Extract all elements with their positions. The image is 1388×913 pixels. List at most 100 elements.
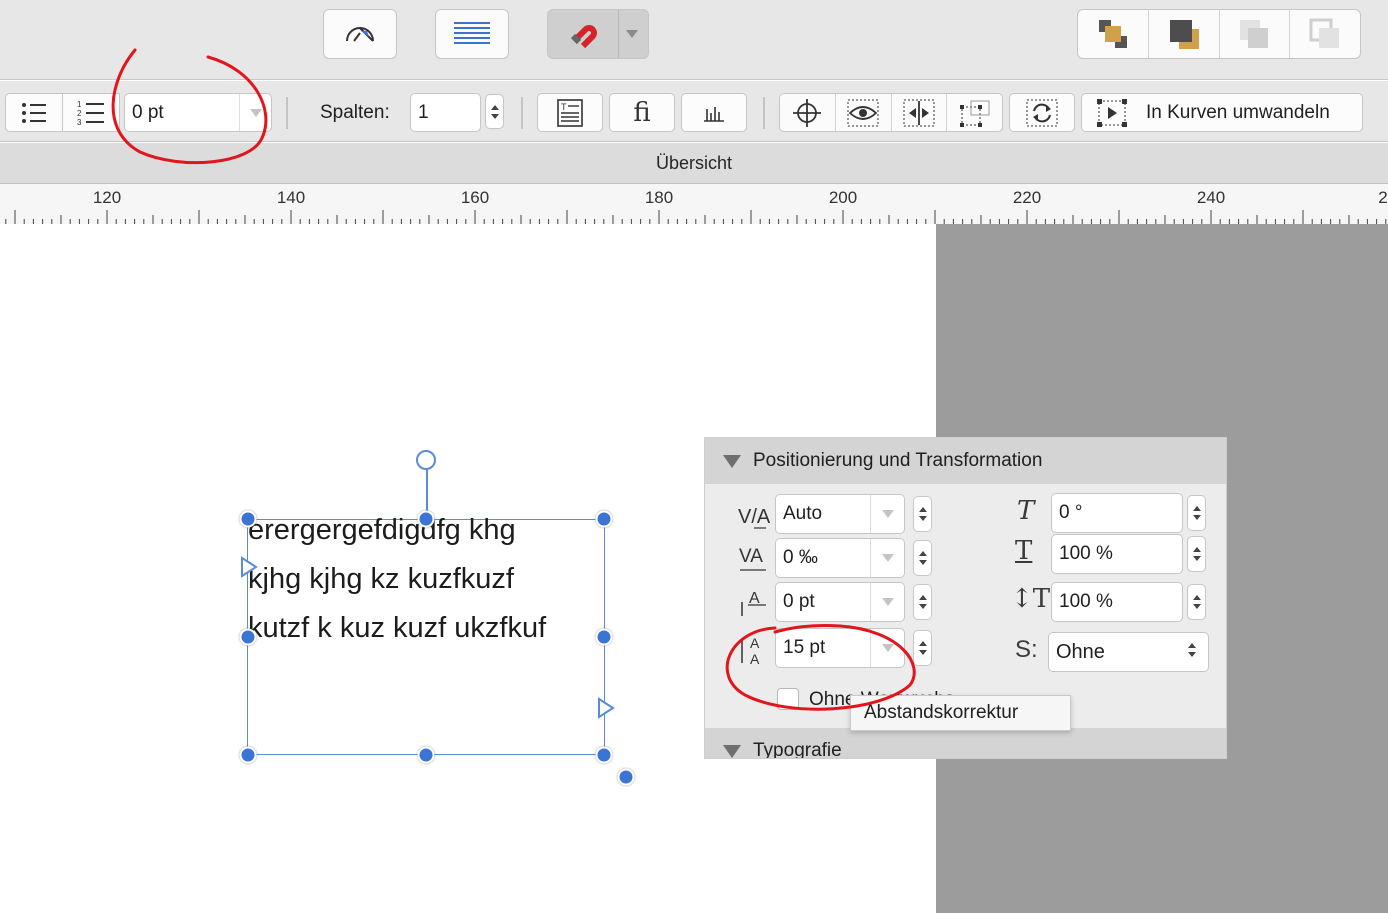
text-outport-icon[interactable] bbox=[597, 697, 615, 719]
kerning-dropdown[interactable] bbox=[870, 495, 904, 533]
resize-handle-right[interactable] bbox=[595, 628, 613, 646]
arrow-up-icon bbox=[918, 507, 927, 512]
bring-forward-button[interactable] bbox=[1220, 10, 1291, 58]
numbered-list-button[interactable]: 123 bbox=[62, 93, 120, 132]
list-spacing-dropdown[interactable] bbox=[239, 94, 271, 131]
snap-magnet-button[interactable] bbox=[547, 9, 649, 59]
baseline-dropdown[interactable] bbox=[870, 583, 904, 621]
top-toolbar bbox=[0, 0, 1388, 80]
resize-handle-top-left[interactable] bbox=[239, 510, 257, 528]
send-backward-icon bbox=[1309, 18, 1340, 48]
baseline-shift-value: 0 pt bbox=[783, 591, 815, 612]
flip-button[interactable] bbox=[892, 94, 948, 131]
vertical-scale-value: 100 % bbox=[1059, 591, 1113, 612]
horizontal-ruler[interactable]: 120 140 160 180 200 220 240 2 bbox=[0, 184, 1388, 224]
resize-handle-bottom[interactable] bbox=[417, 746, 435, 764]
crosshair-button[interactable] bbox=[780, 94, 836, 131]
leading-stepper[interactable] bbox=[913, 630, 932, 666]
ruler-label: 120 bbox=[92, 188, 122, 207]
leading-field[interactable]: 15 pt bbox=[775, 628, 905, 668]
crosshair-icon bbox=[793, 98, 822, 127]
resize-handle-left[interactable] bbox=[239, 628, 257, 646]
transform-button[interactable] bbox=[947, 94, 1002, 131]
numbered-list-icon: 123 bbox=[77, 100, 104, 126]
chevron-down-icon bbox=[881, 598, 894, 606]
kerning-stepper[interactable] bbox=[913, 496, 932, 532]
bring-to-front-button[interactable] bbox=[1078, 10, 1149, 58]
ruler-label: 200 bbox=[828, 188, 858, 207]
chevron-down-icon bbox=[881, 510, 894, 518]
disclosure-triangle-icon bbox=[723, 744, 741, 758]
resize-handle-top[interactable] bbox=[417, 510, 435, 528]
style-icon: S: bbox=[1015, 636, 1038, 663]
skew-stepper[interactable] bbox=[1187, 495, 1206, 531]
style-value: Ohne bbox=[1056, 640, 1105, 663]
resize-handle-bottom-left[interactable] bbox=[239, 746, 257, 764]
arrow-up-icon bbox=[1192, 506, 1201, 511]
preview-button[interactable] bbox=[836, 94, 892, 131]
horizontal-scale-field[interactable]: 100 % bbox=[1051, 534, 1183, 574]
overview-label: Übersicht bbox=[655, 152, 733, 173]
lines-button[interactable] bbox=[435, 9, 509, 59]
arrow-up-icon bbox=[1192, 547, 1201, 552]
hscale-stepper[interactable] bbox=[1187, 536, 1206, 572]
skew-field[interactable]: 0 ° bbox=[1051, 493, 1183, 533]
select-arrows-icon bbox=[1188, 643, 1196, 657]
section-header-positioning[interactable]: Positionierung und Transformation bbox=[705, 438, 1226, 484]
ligature-button[interactable]: fi bbox=[609, 93, 675, 132]
chevron-down-icon bbox=[881, 554, 894, 562]
baseline-shift-field[interactable]: 0 pt bbox=[775, 582, 905, 622]
ruler-ticks bbox=[5, 210, 1387, 224]
arrange-buttons bbox=[1077, 9, 1361, 59]
svg-text:A: A bbox=[750, 651, 760, 667]
tracking-icon: VA bbox=[739, 546, 766, 571]
frame-extra-handle[interactable] bbox=[617, 768, 635, 786]
tracking-stepper[interactable] bbox=[913, 540, 932, 576]
eye-icon bbox=[847, 99, 879, 126]
columns-field[interactable]: 1 bbox=[410, 93, 481, 132]
arrow-down-icon bbox=[1192, 556, 1201, 561]
gauge-button[interactable] bbox=[323, 9, 397, 59]
resize-handle-top-right[interactable] bbox=[595, 510, 613, 528]
horizontal-scale-icon: T bbox=[1015, 536, 1033, 566]
list-spacing-field[interactable]: 0 pt bbox=[124, 93, 272, 132]
ruler-label: 220 bbox=[1012, 188, 1042, 207]
ruler-label: 240 bbox=[1196, 188, 1226, 207]
tracking-field[interactable]: 0 ‰ bbox=[775, 538, 905, 578]
style-select[interactable]: Ohne bbox=[1048, 632, 1209, 672]
rotation-handle[interactable] bbox=[416, 450, 436, 470]
baseline-stepper[interactable] bbox=[913, 584, 932, 620]
divider bbox=[763, 97, 765, 129]
send-to-back-button[interactable] bbox=[1149, 10, 1220, 58]
tab-stops-button[interactable] bbox=[681, 93, 747, 132]
convert-to-curves-button[interactable]: In Kurven umwandeln bbox=[1081, 93, 1363, 132]
vscale-stepper[interactable] bbox=[1187, 584, 1206, 620]
svg-text:1: 1 bbox=[77, 100, 82, 109]
bullet-list-button[interactable] bbox=[5, 93, 63, 132]
text-line: kutzf k kuz kuzf ukzfkuf bbox=[248, 612, 547, 644]
overview-bar[interactable]: Übersicht bbox=[0, 143, 1388, 184]
svg-text:V/A: V/A bbox=[738, 506, 770, 528]
vertical-scale-field[interactable]: 100 % bbox=[1051, 582, 1183, 622]
text-frame-button[interactable]: T bbox=[537, 93, 603, 132]
svg-text:VA: VA bbox=[739, 546, 763, 567]
text-frame[interactable]: erergergefdigdfg khg kjhg kjhg kz kuzfku… bbox=[247, 514, 605, 755]
kerning-value: Auto bbox=[783, 503, 823, 524]
resize-handle-bottom-right[interactable] bbox=[595, 746, 613, 764]
tracking-dropdown[interactable] bbox=[870, 539, 904, 577]
ruler-label: 140 bbox=[276, 188, 306, 207]
arrow-up-icon bbox=[918, 641, 927, 646]
no-hyphenation-checkbox[interactable] bbox=[777, 688, 799, 710]
section-header-typography[interactable]: Typografie bbox=[705, 728, 1226, 758]
send-to-back-icon bbox=[1169, 20, 1199, 49]
leading-dropdown[interactable] bbox=[870, 629, 904, 667]
kerning-field[interactable]: Auto bbox=[775, 494, 905, 534]
arrow-down-icon bbox=[490, 113, 499, 119]
columns-stepper[interactable] bbox=[485, 94, 504, 129]
send-backward-button[interactable] bbox=[1290, 10, 1360, 58]
text-inport-icon[interactable] bbox=[240, 556, 258, 578]
ruler-label: 2 bbox=[1378, 188, 1388, 207]
baseline-shift-icon: A bbox=[741, 590, 766, 616]
chevron-down-icon bbox=[626, 30, 638, 38]
rotate-button[interactable] bbox=[1009, 93, 1075, 132]
